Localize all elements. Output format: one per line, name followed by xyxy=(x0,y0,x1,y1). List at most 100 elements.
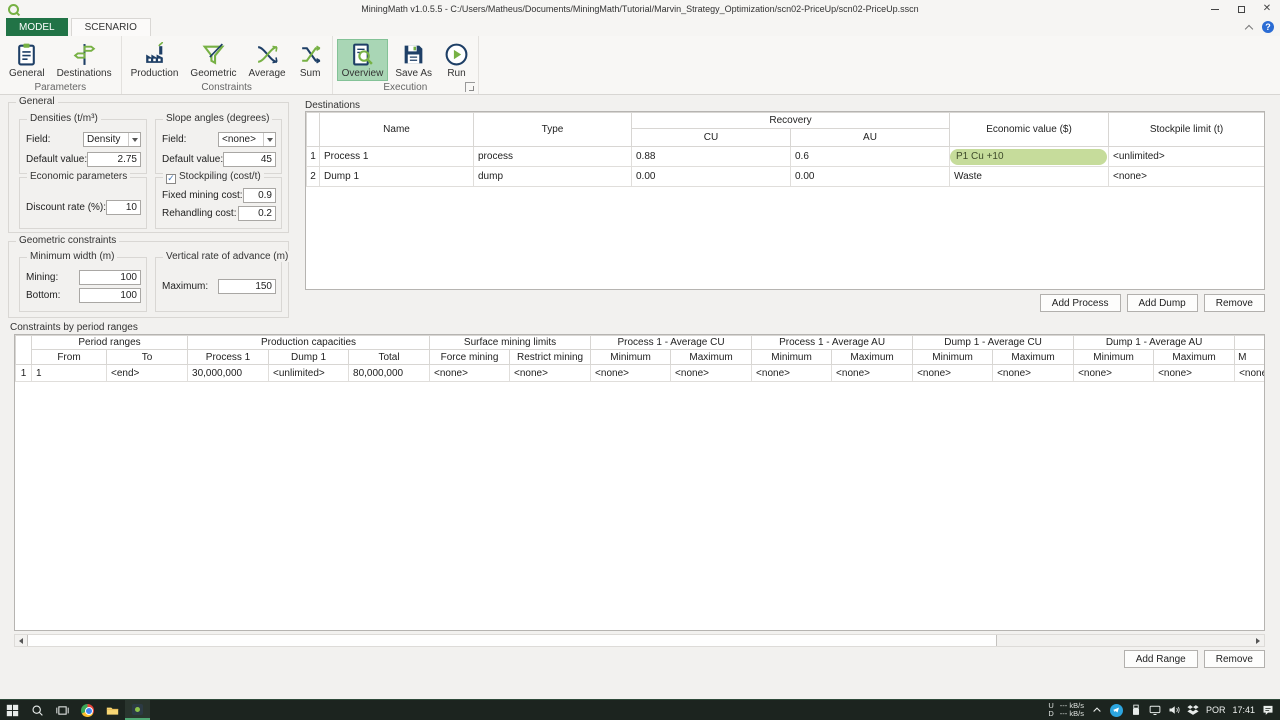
cell-min[interactable]: <none> xyxy=(591,365,671,382)
minimize-button[interactable] xyxy=(1202,0,1228,18)
cell-dump1-capacity[interactable]: <unlimited> xyxy=(269,365,349,382)
scroll-right-icon[interactable] xyxy=(1252,635,1264,646)
cell-max[interactable]: <none> xyxy=(993,365,1074,382)
group-header-process1-avg-cu[interactable]: Process 1 - Average CU xyxy=(591,336,752,350)
bottom-width-input[interactable]: 100 xyxy=(79,288,141,303)
production-button[interactable]: Production xyxy=(126,39,184,81)
column-header-dump1[interactable]: Dump 1 xyxy=(269,350,349,365)
column-header-minimum[interactable]: Minimum xyxy=(752,350,832,365)
cell-from[interactable]: 1 xyxy=(32,365,107,382)
column-header-au[interactable]: AU xyxy=(791,129,950,147)
column-header-cu[interactable]: CU xyxy=(632,129,791,147)
cell-min[interactable]: <none> xyxy=(1074,365,1154,382)
restore-button[interactable] xyxy=(1228,0,1254,18)
cell-cu[interactable]: 0.88 xyxy=(632,147,791,167)
dialog-launcher-icon[interactable] xyxy=(465,82,475,92)
collapse-ribbon-icon[interactable] xyxy=(1245,23,1254,32)
tray-expand-button[interactable] xyxy=(1091,704,1103,716)
cell-min[interactable]: <none> xyxy=(913,365,993,382)
cell-max[interactable]: <none> xyxy=(832,365,913,382)
column-header-to[interactable]: To xyxy=(107,350,188,365)
add-process-button[interactable]: Add Process xyxy=(1040,294,1121,312)
group-header-partial[interactable] xyxy=(1235,336,1265,350)
scroll-left-icon[interactable] xyxy=(15,635,27,646)
cell-au[interactable]: 0.6 xyxy=(791,147,950,167)
add-dump-button[interactable]: Add Dump xyxy=(1127,294,1198,312)
cell-stockpile-limit[interactable]: <unlimited> xyxy=(1109,147,1265,167)
display-tray-icon[interactable] xyxy=(1149,704,1161,716)
cell-max[interactable]: <none> xyxy=(1154,365,1235,382)
dropbox-tray-icon[interactable] xyxy=(1187,704,1199,716)
cell-max[interactable]: <none> xyxy=(671,365,752,382)
sum-button[interactable]: Sum xyxy=(293,39,328,81)
help-icon[interactable]: ? xyxy=(1262,21,1274,33)
chrome-button[interactable] xyxy=(75,700,100,720)
stockpiling-checkbox[interactable] xyxy=(166,174,176,184)
cell-total-capacity[interactable]: 80,000,000 xyxy=(349,365,430,382)
destinations-button[interactable]: Destinations xyxy=(52,39,117,81)
add-range-button[interactable]: Add Range xyxy=(1124,650,1198,668)
file-explorer-button[interactable] xyxy=(100,700,125,720)
miningmath-taskbar-button[interactable] xyxy=(125,700,150,720)
volume-tray-icon[interactable] xyxy=(1168,704,1180,716)
cell-min[interactable]: <none> xyxy=(752,365,832,382)
cell-cu[interactable]: 0.00 xyxy=(632,167,791,187)
network-speed-indicator[interactable]: U--- kB/s D--- kB/s xyxy=(1048,702,1084,718)
economic-value-highlight[interactable]: P1 Cu +10 xyxy=(950,149,1107,165)
column-header-restrict-mining[interactable]: Restrict mining xyxy=(510,350,591,365)
rehandling-cost-input[interactable]: 0.2 xyxy=(238,206,276,221)
run-button[interactable]: Run xyxy=(439,39,474,81)
cell-economic-value[interactable]: P1 Cu +10 xyxy=(950,147,1109,167)
geometric-button[interactable]: Geometric xyxy=(185,39,241,81)
column-header-minimum[interactable]: Minimum xyxy=(1074,350,1154,365)
tab-model[interactable]: MODEL xyxy=(6,18,68,36)
usb-tray-icon[interactable] xyxy=(1130,704,1142,716)
group-header-surface-mining-limits[interactable]: Surface mining limits xyxy=(430,336,591,350)
cell-process1-capacity[interactable]: 30,000,000 xyxy=(188,365,269,382)
cell-partial[interactable]: <none> xyxy=(1235,365,1265,382)
language-indicator[interactable]: POR xyxy=(1206,705,1226,715)
column-header-minimum[interactable]: Minimum xyxy=(913,350,993,365)
group-header-dump1-avg-cu[interactable]: Dump 1 - Average CU xyxy=(913,336,1074,350)
column-header-partial[interactable]: M xyxy=(1235,350,1265,365)
tab-scenario[interactable]: SCENARIO xyxy=(71,18,151,36)
column-header-maximum[interactable]: Maximum xyxy=(671,350,752,365)
close-button[interactable]: ✕ xyxy=(1254,0,1280,18)
densities-field-select[interactable]: Density xyxy=(83,132,141,147)
group-header-process1-avg-au[interactable]: Process 1 - Average AU xyxy=(752,336,913,350)
column-header-total[interactable]: Total xyxy=(349,350,430,365)
cell-type[interactable]: process xyxy=(474,147,632,167)
column-header-maximum[interactable]: Maximum xyxy=(832,350,913,365)
mining-width-input[interactable]: 100 xyxy=(79,270,141,285)
column-header-force-mining[interactable]: Force mining xyxy=(430,350,510,365)
cell-name[interactable]: Dump 1 xyxy=(320,167,474,187)
slope-field-select[interactable]: <none> xyxy=(218,132,276,147)
slope-default-input[interactable]: 45 xyxy=(223,152,276,167)
search-button[interactable] xyxy=(25,700,50,720)
overview-button[interactable]: Overview xyxy=(337,39,389,81)
group-header-period-ranges[interactable]: Period ranges xyxy=(32,336,188,350)
scrollbar-thumb[interactable] xyxy=(27,635,997,646)
start-button[interactable] xyxy=(0,700,25,720)
column-header-name[interactable]: Name xyxy=(320,113,474,147)
discount-rate-input[interactable]: 10 xyxy=(106,200,141,215)
vertical-rate-max-input[interactable]: 150 xyxy=(218,279,276,294)
group-header-dump1-avg-au[interactable]: Dump 1 - Average AU xyxy=(1074,336,1235,350)
telegram-tray-icon[interactable] xyxy=(1110,704,1123,717)
column-header-maximum[interactable]: Maximum xyxy=(993,350,1074,365)
column-header-minimum[interactable]: Minimum xyxy=(591,350,671,365)
clock[interactable]: 17:41 xyxy=(1232,705,1255,715)
fixed-mining-cost-input[interactable]: 0.9 xyxy=(243,188,276,203)
cell-type[interactable]: dump xyxy=(474,167,632,187)
remove-destination-button[interactable]: Remove xyxy=(1204,294,1265,312)
cell-to[interactable]: <end> xyxy=(107,365,188,382)
column-header-type[interactable]: Type xyxy=(474,113,632,147)
horizontal-scrollbar[interactable] xyxy=(14,634,1265,647)
general-button[interactable]: General xyxy=(4,39,50,81)
save-as-button[interactable]: Save As xyxy=(390,39,437,81)
cell-stockpile-limit[interactable]: <none> xyxy=(1109,167,1265,187)
column-header-economic-value[interactable]: Economic value ($) xyxy=(950,113,1109,147)
densities-default-input[interactable]: 2.75 xyxy=(87,152,141,167)
cell-force-mining[interactable]: <none> xyxy=(430,365,510,382)
average-button[interactable]: Average xyxy=(244,39,291,81)
